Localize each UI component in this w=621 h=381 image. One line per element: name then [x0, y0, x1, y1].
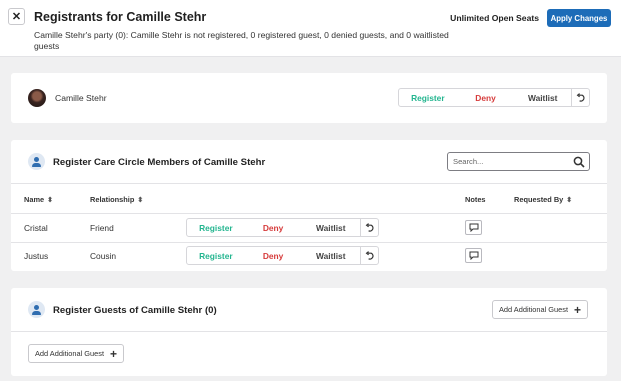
- apply-changes-button[interactable]: Apply Changes: [547, 9, 611, 27]
- sort-icon: ⬍: [137, 197, 144, 204]
- undo-button[interactable]: [571, 89, 589, 106]
- register-button[interactable]: Register: [187, 219, 245, 236]
- comment-icon: [469, 251, 478, 260]
- member-name: Camille Stehr: [55, 93, 107, 103]
- table-row: Justus Cousin Register Deny Waitlist: [11, 242, 607, 270]
- row-registration-toggle: Register Deny Waitlist: [186, 218, 379, 237]
- undo-icon: [365, 222, 374, 232]
- person-icon: [28, 153, 45, 170]
- column-header-name[interactable]: Name ⬍: [24, 195, 53, 204]
- search-input[interactable]: [453, 155, 568, 168]
- register-button[interactable]: Register: [187, 247, 245, 264]
- undo-icon: [365, 250, 374, 260]
- guests-title: Register Guests of Camille Stehr (0): [53, 305, 217, 316]
- deny-button[interactable]: Deny: [245, 219, 302, 236]
- row-name: Justus: [24, 251, 49, 261]
- open-seats-label: Unlimited Open Seats: [450, 13, 539, 23]
- notes-button[interactable]: [465, 248, 482, 263]
- deny-button[interactable]: Deny: [245, 247, 302, 264]
- deny-button[interactable]: Deny: [457, 89, 515, 106]
- comment-icon: [469, 223, 478, 232]
- page-title: Registrants for Camille Stehr: [34, 10, 207, 24]
- column-header-relationship[interactable]: Relationship ⬍: [90, 195, 143, 204]
- waitlist-button[interactable]: Waitlist: [301, 219, 360, 236]
- undo-icon: [576, 92, 585, 102]
- party-summary: Camille Stehr's party (0): Camille Stehr…: [34, 30, 449, 51]
- column-header-requested-by[interactable]: Requested By ⬍: [514, 195, 572, 204]
- waitlist-button[interactable]: Waitlist: [514, 89, 571, 106]
- divider: [11, 331, 607, 332]
- row-name: Cristal: [24, 223, 48, 233]
- search-icon[interactable]: [573, 156, 585, 168]
- sort-icon: ⬍: [566, 197, 573, 204]
- care-circle-card: Register Care Circle Members of Camille …: [11, 140, 607, 271]
- close-icon: ✕: [11, 11, 22, 23]
- table-row: Cristal Friend Register Deny Waitlist: [11, 214, 607, 242]
- search-field: [447, 152, 590, 171]
- plus-icon: +: [574, 302, 582, 317]
- row-relationship: Cousin: [90, 251, 117, 261]
- care-circle-title: Register Care Circle Members of Camille …: [53, 157, 266, 168]
- undo-button[interactable]: [360, 247, 378, 264]
- add-guest-button[interactable]: Add Additional Guest +: [492, 300, 589, 319]
- divider: [11, 183, 607, 184]
- guests-card: Register Guests of Camille Stehr (0) Add…: [11, 288, 607, 376]
- row-registration-toggle: Register Deny Waitlist: [186, 246, 379, 265]
- close-button[interactable]: ✕: [8, 8, 25, 25]
- notes-button[interactable]: [465, 220, 482, 235]
- register-button[interactable]: Register: [399, 89, 457, 106]
- row-relationship: Friend: [90, 223, 114, 233]
- person-icon: [28, 301, 45, 318]
- plus-icon: +: [110, 346, 118, 361]
- column-header-notes: Notes: [465, 195, 486, 204]
- member-registration-toggle: Register Deny Waitlist: [398, 88, 590, 107]
- avatar: [28, 89, 46, 107]
- modal-header: ✕ Registrants for Camille Stehr Camille …: [0, 0, 621, 57]
- waitlist-button[interactable]: Waitlist: [301, 247, 360, 264]
- add-guest-button[interactable]: Add Additional Guest +: [28, 344, 125, 363]
- sort-icon: ⬍: [47, 197, 54, 204]
- undo-button[interactable]: [360, 219, 378, 236]
- member-card: Camille Stehr Register Deny Waitlist: [11, 73, 607, 123]
